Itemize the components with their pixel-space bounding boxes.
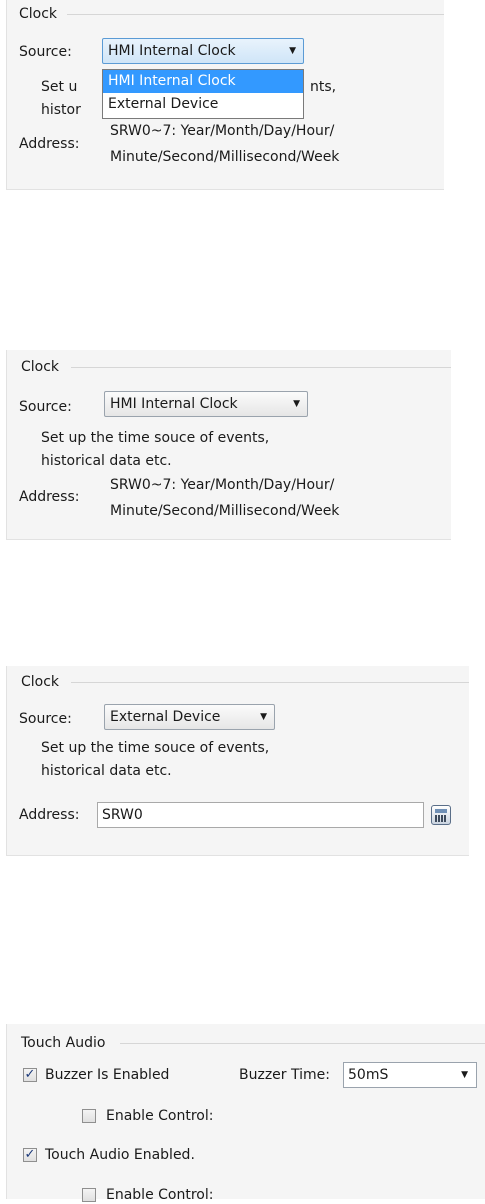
group-title: Touch Audio	[21, 1035, 106, 1051]
group-divider	[71, 367, 451, 368]
address-line-1: SRW0~7: Year/Month/Day/Hour/	[110, 123, 335, 139]
group-title: Clock	[21, 674, 60, 690]
description-line-2: historical data etc.	[41, 453, 172, 469]
group-divider	[67, 14, 444, 15]
group-divider	[71, 682, 469, 683]
clock-panel-external: Clock Source: External Device ▼ Set up t…	[6, 666, 469, 856]
touch-audio-panel: Touch Audio ✓ Buzzer Is Enabled Buzzer T…	[6, 1024, 485, 1203]
source-label: Source:	[19, 711, 72, 727]
source-select[interactable]: External Device ▼	[104, 704, 275, 730]
enable-control-checkbox-1[interactable]	[82, 1109, 96, 1123]
chevron-down-icon[interactable]: ▼	[289, 39, 296, 63]
source-label: Source:	[19, 44, 72, 60]
description-line-1: Set up the time souce of events,	[41, 430, 270, 446]
enable-control-label-1: Enable Control:	[106, 1108, 214, 1124]
address-label: Address:	[19, 136, 80, 152]
source-select-value: HMI Internal Clock	[110, 396, 238, 412]
group-title: Clock	[19, 6, 58, 22]
clock-panel-dropdown-open: Clock Source: HMI Internal Clock ▼ Set u…	[6, 0, 444, 190]
address-line-2: Minute/Second/Millisecond/Week	[110, 149, 340, 165]
buzzer-time-value: 50mS	[348, 1067, 389, 1083]
chevron-down-icon[interactable]: ▼	[461, 1063, 468, 1087]
dropdown-option-hmi-internal-clock[interactable]: HMI Internal Clock	[103, 70, 303, 93]
address-line-1: SRW0~7: Year/Month/Day/Hour/	[110, 477, 335, 493]
group-divider	[120, 1043, 485, 1044]
calculator-icon[interactable]	[431, 805, 451, 825]
source-label: Source:	[19, 399, 72, 415]
description-line-1-end: nts,	[310, 79, 337, 95]
description-line-1: Set up the time souce of events,	[41, 740, 270, 756]
buzzer-time-label: Buzzer Time:	[239, 1067, 330, 1083]
chevron-down-icon[interactable]: ▼	[260, 705, 267, 729]
address-label: Address:	[19, 489, 80, 505]
enable-control-label-2: Enable Control:	[106, 1187, 214, 1203]
touch-audio-enabled-label: Touch Audio Enabled.	[45, 1147, 195, 1163]
source-select[interactable]: HMI Internal Clock ▼	[104, 391, 308, 417]
chevron-down-icon[interactable]: ▼	[293, 392, 300, 416]
buzzer-enabled-checkbox[interactable]: ✓	[23, 1068, 37, 1082]
source-dropdown-list: HMI Internal Clock External Device	[102, 69, 304, 119]
description-line-2: historical data etc.	[41, 763, 172, 779]
description-line-2-start: histor	[41, 102, 81, 118]
checkmark-icon: ✓	[24, 1067, 36, 1082]
buzzer-time-select[interactable]: 50mS ▼	[343, 1062, 477, 1088]
dropdown-option-external-device[interactable]: External Device	[103, 93, 303, 116]
clock-panel-internal: Clock Source: HMI Internal Clock ▼ Set u…	[6, 350, 451, 540]
source-select-value: HMI Internal Clock	[108, 43, 236, 59]
address-label: Address:	[19, 807, 80, 823]
address-input[interactable]: SRW0	[97, 802, 424, 828]
buzzer-enabled-label: Buzzer Is Enabled	[45, 1067, 170, 1083]
enable-control-checkbox-2[interactable]	[82, 1188, 96, 1202]
address-line-2: Minute/Second/Millisecond/Week	[110, 503, 340, 519]
address-input-value: SRW0	[102, 807, 143, 823]
group-title: Clock	[21, 359, 60, 375]
checkmark-icon: ✓	[24, 1147, 36, 1162]
touch-audio-enabled-checkbox[interactable]: ✓	[23, 1148, 37, 1162]
source-select[interactable]: HMI Internal Clock ▼	[102, 38, 304, 64]
description-line-1-start: Set u	[41, 79, 78, 95]
source-select-value: External Device	[110, 709, 221, 725]
